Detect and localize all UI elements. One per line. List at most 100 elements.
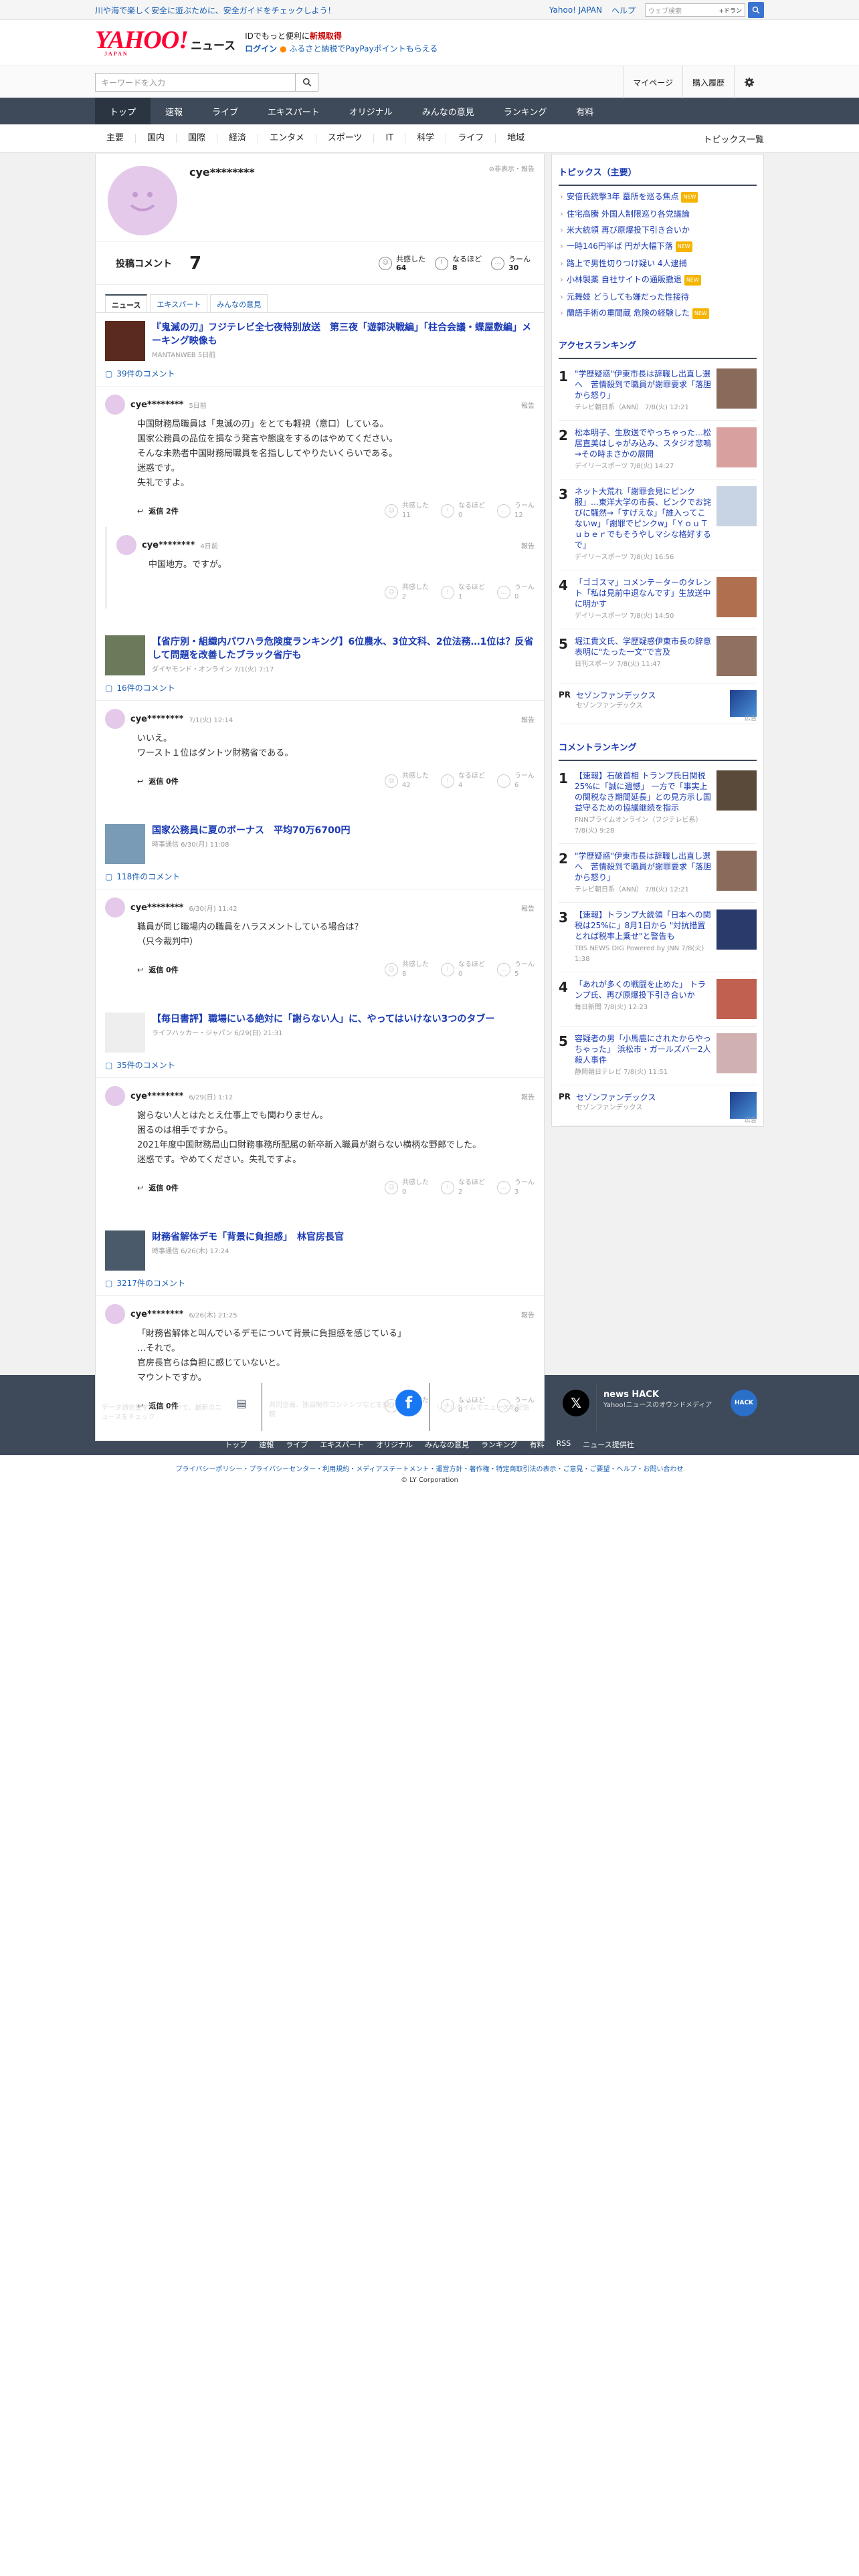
nav-paid[interactable]: 有料 — [561, 98, 608, 124]
footer-newshack[interactable]: news HACK Yahoo!ニュースのオウンドメディア HACK — [597, 1383, 764, 1431]
cat-domestic[interactable]: 国内 — [136, 134, 177, 143]
footer-link[interactable]: 有料 — [530, 1439, 545, 1450]
reaction-empathy-button[interactable]: ☺ 共感した 0 — [385, 1178, 429, 1197]
footer-link[interactable]: エキスパート — [320, 1439, 364, 1450]
comment-count-link[interactable]: ▢ 35件のコメント — [96, 1053, 544, 1078]
report-button[interactable]: 報告 — [521, 400, 535, 410]
article-title[interactable]: 【毎日書評】職場にいる絶対に「謝らない人」に、やってはいけない3つのタブー — [152, 1012, 494, 1026]
article-card[interactable]: 【毎日書評】職場にいる絶対に「謝らない人」に、やってはいけない3つのタブー ライフ… — [96, 1004, 544, 1053]
article-card[interactable]: 国家公務員に夏のボーナス 平均70万6700円 時事通信 6/30(月) 11:0… — [96, 816, 544, 864]
keyword-search-button[interactable] — [296, 73, 318, 92]
reaction-empathy-button[interactable]: ☺ 共感した 2 — [385, 583, 429, 602]
settings-button[interactable] — [734, 66, 764, 98]
cat-world[interactable]: 国際 — [177, 134, 218, 143]
service-name[interactable]: ニュース — [191, 36, 235, 53]
topic-item[interactable]: 小林製薬 自社サイトの通販撤退NEW — [559, 272, 757, 289]
ranking-item[interactable]: 3 ネット大荒れ「謝罪会見にピンク服」…東洋大学の市長、ピンクでお詫びに騒然→「す… — [559, 479, 757, 570]
topics-list-link[interactable]: トピックス一覧 — [703, 132, 764, 145]
topic-item[interactable]: 一時146円半ば 円が大幅下落NEW — [559, 238, 757, 255]
pr-ad[interactable]: PR セゾンファンデックス セゾンファンデックス 広告 — [559, 683, 757, 724]
ranking-item[interactable]: 5 堀江貴文氏、学歴疑惑伊東市長の辞意表明に"たった一文"で言及 日刊スポーツ 7/… — [559, 629, 757, 683]
footer-link[interactable]: ライブ — [286, 1439, 308, 1450]
signup-link[interactable]: 新規取得 — [310, 31, 342, 41]
mypage-link[interactable]: マイページ — [623, 66, 682, 98]
article-title[interactable]: 『鬼滅の刃』フジテレビ全七夜特別放送 第三夜「遊郭決戦編」「柱合会議・蝶屋敷編」… — [152, 321, 535, 348]
ranking-item[interactable]: 1 "学歴疑惑"伊東市長は辞職し出直し選へ 苦情殺到で職員が謝罪要求「落胆から怒り… — [559, 362, 757, 421]
report-button[interactable]: 報告 — [521, 540, 535, 550]
report-button[interactable]: 報告 — [521, 714, 535, 724]
web-search-input[interactable]: ウェブ検索 +ドラン — [645, 3, 745, 17]
article-card[interactable]: 『鬼滅の刃』フジテレビ全七夜特別放送 第三夜「遊郭決戦編」「柱合会議・蝶屋敷編」… — [96, 313, 544, 361]
pr-ad[interactable]: PR セゾンファンデックス セゾンファンデックス 広告 — [559, 1085, 757, 1126]
nav-live[interactable]: ライブ — [197, 98, 253, 124]
comment-count-link[interactable]: ▢ 16件のコメント — [96, 675, 544, 701]
topic-item[interactable]: 蘭語手術の重間蔵 危険の経験したNEW — [559, 305, 757, 322]
footer-x[interactable]: X（旧Twitter） リアルタイムでニュースを配信 𝕏 — [430, 1383, 597, 1431]
article-title[interactable]: 【省庁別・組織内パワハラ危険度ランキング】6位農水、3位文科、2位法務…1位は？… — [152, 635, 535, 662]
topic-item[interactable]: 安倍氏銃撃3年 墓所を巡る焦点NEW — [559, 189, 757, 206]
article-card[interactable]: 【省庁別・組織内パワハラ危険度ランキング】6位農水、3位文科、2位法務…1位は？… — [96, 627, 544, 675]
nav-top[interactable]: トップ — [95, 98, 151, 124]
reaction-hmm-button[interactable]: … うーん 3 — [497, 1178, 535, 1197]
reaction-insight-button[interactable]: ! なるほど 4 — [441, 772, 485, 790]
cat-it[interactable]: IT — [374, 134, 406, 143]
cat-science[interactable]: 科学 — [405, 134, 447, 143]
yahoo-japan-link[interactable]: Yahoo! JAPAN — [549, 5, 602, 15]
comment-count-link[interactable]: ▢ 118件のコメント — [96, 864, 544, 889]
campaign-link[interactable]: ふるさと納税でPayPayポイントもらえる — [289, 44, 438, 53]
nav-ranking[interactable]: ランキング — [489, 98, 562, 124]
comment-user[interactable]: cye******** — [130, 400, 183, 410]
nav-opinions[interactable]: みんなの意見 — [407, 98, 489, 124]
promo-link[interactable]: 川や海で楽しく安全に遊ぶために、安全ガイドをチェックしよう！ — [95, 5, 336, 16]
comment-user[interactable]: cye******** — [130, 1309, 183, 1319]
reply-button[interactable]: ↩ 返信 0件 — [137, 964, 179, 975]
reaction-hmm-button[interactable]: … うーん 6 — [497, 772, 535, 790]
legal-links[interactable]: プライバシーポリシー・プライバシーセンター・利用規約・メディアステートメント・運… — [0, 1465, 859, 1475]
footer-link[interactable]: みんなの意見 — [425, 1439, 469, 1450]
footer-app[interactable]: アプリ データ通信量を気にしないで、最新のニュースをチェック ▤ — [95, 1383, 262, 1431]
reaction-insight-button[interactable]: ! なるほど 1 — [441, 583, 485, 602]
nav-original[interactable]: オリジナル — [335, 98, 407, 124]
footer-link[interactable]: トップ — [225, 1439, 247, 1450]
comment-user[interactable]: cye******** — [142, 540, 195, 550]
tab-opinions[interactable]: みんなの意見 — [210, 294, 268, 312]
reaction-hmm-button[interactable]: … うーん 5 — [497, 960, 535, 979]
article-title[interactable]: 国家公務員に夏のボーナス 平均70万6700円 — [152, 824, 350, 837]
article-card[interactable]: 財務省解体デモ「背景に負担感」 林官房長官 時事通信 6/26(木) 17:24 — [96, 1222, 544, 1271]
web-search-button[interactable] — [748, 2, 764, 18]
yahoo-logo[interactable]: YAHOO! JAPAN — [95, 27, 189, 57]
cat-main[interactable]: 主要 — [95, 134, 136, 143]
topic-item[interactable]: 住宅高騰 外国人制限巡り各党議論 — [559, 206, 757, 222]
nav-expert[interactable]: エキスパート — [253, 98, 335, 124]
footer-link[interactable]: RSS — [557, 1439, 571, 1450]
topic-item[interactable]: 路上で男性切りつけ疑い 4人逮捕 — [559, 255, 757, 272]
report-button[interactable]: 報告 — [521, 1091, 535, 1101]
nav-breaking[interactable]: 速報 — [151, 98, 197, 124]
reaction-hmm-button[interactable]: … うーん 12 — [497, 502, 535, 520]
purchase-history-link[interactable]: 購入履歴 — [682, 66, 734, 98]
footer-facebook[interactable]: Facebook 共同企画、独自制作コンテンツなどを投稿 f — [262, 1383, 430, 1431]
cat-economy[interactable]: 経済 — [217, 134, 259, 143]
comment-user[interactable]: cye******** — [130, 714, 183, 724]
hide-report-button[interactable]: ⊘非表示・報告 — [489, 163, 535, 173]
reaction-hmm-button[interactable]: … うーん 0 — [497, 583, 535, 602]
topic-item[interactable]: 米大統領 再び原爆投下引き合いか — [559, 222, 757, 238]
footer-link[interactable]: 速報 — [259, 1439, 274, 1450]
tab-expert[interactable]: エキスパート — [150, 294, 208, 312]
footer-link[interactable]: ランキング — [481, 1439, 518, 1450]
reaction-empathy-button[interactable]: ☺ 共感した 11 — [385, 502, 429, 520]
article-title[interactable]: 財務省解体デモ「背景に負担感」 林官房長官 — [152, 1230, 344, 1244]
reply-button[interactable]: ↩ 返信 0件 — [137, 776, 179, 786]
ranking-item[interactable]: 4 「ゴゴスマ」コメンテーターのタレント「私は見前中退なんです」生放送中に明かすデ… — [559, 570, 757, 629]
ranking-item[interactable]: 2 松本明子、生放送でやっちゃった…松居直美はしゃがみ込み、スタジオ悲鳴→その時ま… — [559, 421, 757, 479]
tab-news[interactable]: ニュース — [105, 294, 148, 312]
ranking-item[interactable]: 3 【速報】トランプ大統領「日本への関税は25%に」8月1日から "対抗措置とれば… — [559, 903, 757, 972]
ranking-item[interactable]: 2 "学歴疑惑"伊東市長は辞職し出直し選へ 苦情殺到で職員が謝罪要求「落胆から怒り… — [559, 844, 757, 903]
cat-sports[interactable]: スポーツ — [316, 134, 375, 143]
ranking-item[interactable]: 5 容疑者の男「小馬鹿にされたからやっちゃった」 浜松市・ガールズバー2人殺人事件… — [559, 1027, 757, 1085]
footer-link[interactable]: ニュース提供社 — [583, 1439, 634, 1450]
reply-button[interactable]: ↩ 返信 2件 — [137, 506, 179, 516]
report-button[interactable]: 報告 — [521, 903, 535, 913]
reaction-insight-button[interactable]: ! なるほど 2 — [441, 1178, 485, 1197]
comment-count-link[interactable]: ▢ 39件のコメント — [96, 361, 544, 387]
